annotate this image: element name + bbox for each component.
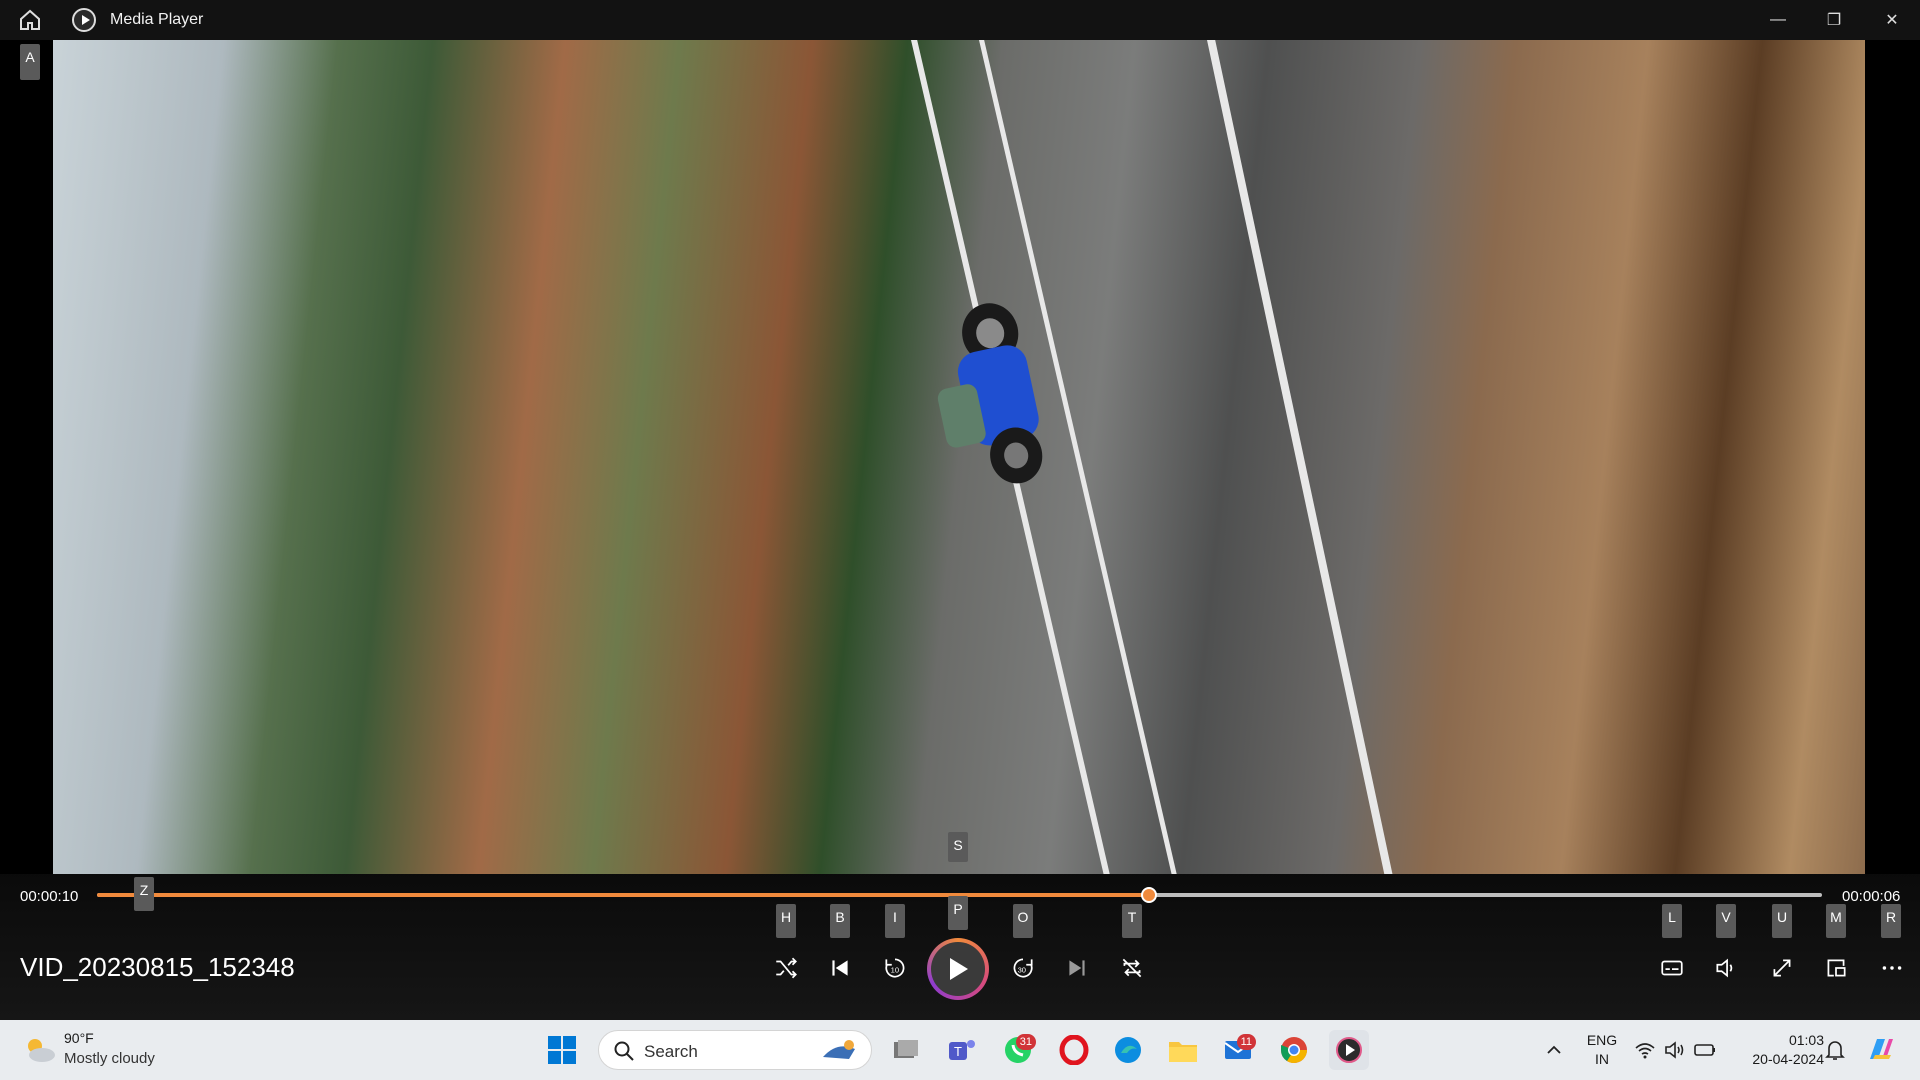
task-view-icon[interactable] bbox=[886, 1030, 926, 1070]
whatsapp-icon[interactable]: 31 bbox=[998, 1030, 1038, 1070]
rewind-10-icon: 10 bbox=[885, 958, 905, 978]
weather-temp: 90°F bbox=[64, 1030, 94, 1046]
motorcycle-image bbox=[937, 303, 1043, 484]
keytip-seek: Z bbox=[134, 877, 154, 911]
teams-icon[interactable]: T bbox=[942, 1030, 982, 1070]
notification-bell-icon[interactable] bbox=[1818, 1030, 1852, 1070]
play-button-inner bbox=[931, 942, 985, 996]
video-frame[interactable] bbox=[53, 40, 1865, 874]
more-button[interactable] bbox=[1874, 950, 1910, 986]
keytip-miniplayer: M bbox=[1826, 904, 1846, 938]
next-icon bbox=[1069, 960, 1085, 976]
keytip-subtitles: L bbox=[1662, 904, 1682, 938]
chrome-icon[interactable] bbox=[1274, 1030, 1314, 1070]
forward-30-button[interactable]: 30 bbox=[1005, 950, 1041, 986]
shuffle-button[interactable] bbox=[768, 950, 804, 986]
taskbar-search-box[interactable]: Search bbox=[598, 1030, 872, 1070]
next-button[interactable] bbox=[1059, 950, 1095, 986]
volume-button[interactable] bbox=[1708, 950, 1744, 986]
svg-text:10: 10 bbox=[891, 965, 899, 974]
windows-icon bbox=[548, 1036, 576, 1064]
restore-button[interactable]: ❐ bbox=[1806, 0, 1862, 40]
start-button[interactable] bbox=[542, 1030, 582, 1070]
previous-icon bbox=[832, 960, 848, 976]
miniplayer-icon bbox=[1827, 959, 1846, 977]
speaker-icon[interactable] bbox=[1660, 1030, 1690, 1070]
play-icon bbox=[950, 958, 968, 980]
mail-icon[interactable]: 11 bbox=[1218, 1030, 1258, 1070]
weather-desc: Mostly cloudy bbox=[64, 1050, 155, 1067]
repeat-button[interactable] bbox=[1114, 950, 1150, 986]
opera-icon[interactable] bbox=[1054, 1030, 1094, 1070]
repeat-icon bbox=[1122, 958, 1142, 978]
copilot-icon[interactable] bbox=[1860, 1030, 1900, 1070]
show-hidden-icons-chevron-icon[interactable] bbox=[1534, 1030, 1574, 1070]
previous-button[interactable] bbox=[822, 950, 858, 986]
clock-date[interactable]: 20-04-2024 bbox=[1728, 1051, 1824, 1067]
seek-progress bbox=[97, 893, 1150, 897]
volume-icon bbox=[1716, 958, 1733, 978]
subtitles-button[interactable] bbox=[1654, 950, 1690, 986]
remaining-time: 00:00:06 bbox=[1842, 888, 1901, 905]
more-icon bbox=[1882, 966, 1902, 970]
keytip-more: R bbox=[1881, 904, 1901, 938]
mail-badge: 11 bbox=[1236, 1034, 1256, 1050]
keytip-previous: B bbox=[830, 904, 850, 938]
keytip-forward: O bbox=[1013, 904, 1033, 938]
media-player-logo-icon bbox=[72, 8, 96, 32]
keytip-play: P bbox=[948, 896, 968, 930]
weather-cloud-icon[interactable] bbox=[18, 1030, 62, 1070]
close-button[interactable]: ✕ bbox=[1864, 0, 1920, 40]
road-lane-line bbox=[1207, 40, 1402, 874]
keytip-shuffle: H bbox=[776, 904, 796, 938]
keytip-repeat: T bbox=[1122, 904, 1142, 938]
clock-time[interactable]: 01:03 bbox=[1728, 1032, 1824, 1048]
forward-30-icon: 30 bbox=[1013, 958, 1033, 978]
elapsed-time: 00:00:10 bbox=[20, 888, 79, 905]
edge-icon[interactable] bbox=[1108, 1030, 1148, 1070]
lang-line1[interactable]: ENG bbox=[1582, 1032, 1622, 1048]
minimize-button[interactable]: — bbox=[1750, 0, 1806, 40]
play-button[interactable] bbox=[927, 938, 989, 1000]
wifi-icon[interactable] bbox=[1630, 1030, 1660, 1070]
keytip-play-above: S bbox=[948, 832, 968, 862]
media-player-taskbar-icon[interactable] bbox=[1329, 1030, 1369, 1070]
battery-icon[interactable] bbox=[1690, 1030, 1720, 1070]
fullscreen-icon bbox=[1773, 959, 1791, 977]
search-icon bbox=[614, 1041, 634, 1061]
keytip-rewind: I bbox=[885, 904, 905, 938]
svg-text:30: 30 bbox=[1018, 965, 1026, 974]
subtitles-icon bbox=[1661, 960, 1683, 976]
home-icon[interactable] bbox=[18, 9, 42, 31]
svg-text:T: T bbox=[954, 1044, 962, 1059]
whatsapp-badge: 31 bbox=[1015, 1034, 1036, 1050]
keytip-fullscreen: U bbox=[1772, 904, 1792, 938]
keytip-volume: V bbox=[1716, 904, 1736, 938]
window-title: Media Player bbox=[110, 11, 204, 28]
file-explorer-icon[interactable] bbox=[1163, 1030, 1203, 1070]
video-title: VID_20230815_152348 bbox=[20, 952, 295, 982]
miniplayer-button[interactable] bbox=[1818, 950, 1854, 986]
keytip-home: A bbox=[20, 44, 40, 80]
search-label: Search bbox=[644, 1042, 698, 1061]
rewind-10-button[interactable]: 10 bbox=[877, 950, 913, 986]
lang-line2[interactable]: IN bbox=[1582, 1051, 1622, 1067]
search-highlight-icon bbox=[823, 1040, 855, 1059]
taskbar: 90°F Mostly cloudy Search T 31 11 ENG IN bbox=[0, 1020, 1920, 1080]
title-bar: Media Player — ❐ ✕ bbox=[0, 0, 1920, 40]
fullscreen-button[interactable] bbox=[1764, 950, 1800, 986]
shuffle-icon bbox=[776, 957, 797, 979]
